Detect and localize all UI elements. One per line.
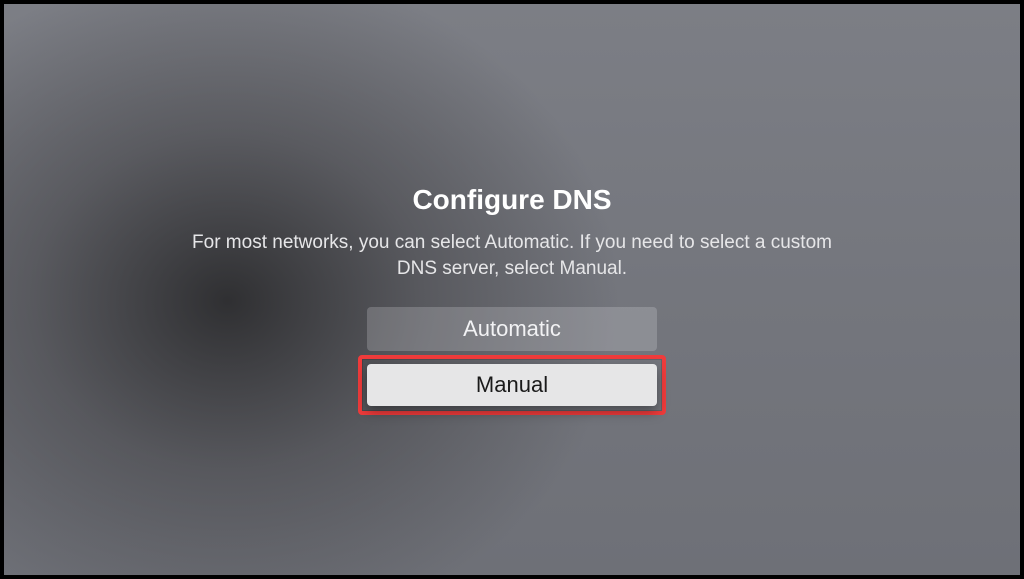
dns-options-list: Automatic Manual <box>358 307 666 415</box>
dialog-title: Configure DNS <box>412 184 611 216</box>
option-manual-highlight: Manual <box>358 355 666 415</box>
dialog-subtitle: For most networks, you can select Automa… <box>192 230 832 281</box>
option-manual[interactable]: Manual <box>367 364 657 406</box>
option-automatic[interactable]: Automatic <box>367 307 657 351</box>
configure-dns-screen: Configure DNS For most networks, you can… <box>0 0 1024 579</box>
